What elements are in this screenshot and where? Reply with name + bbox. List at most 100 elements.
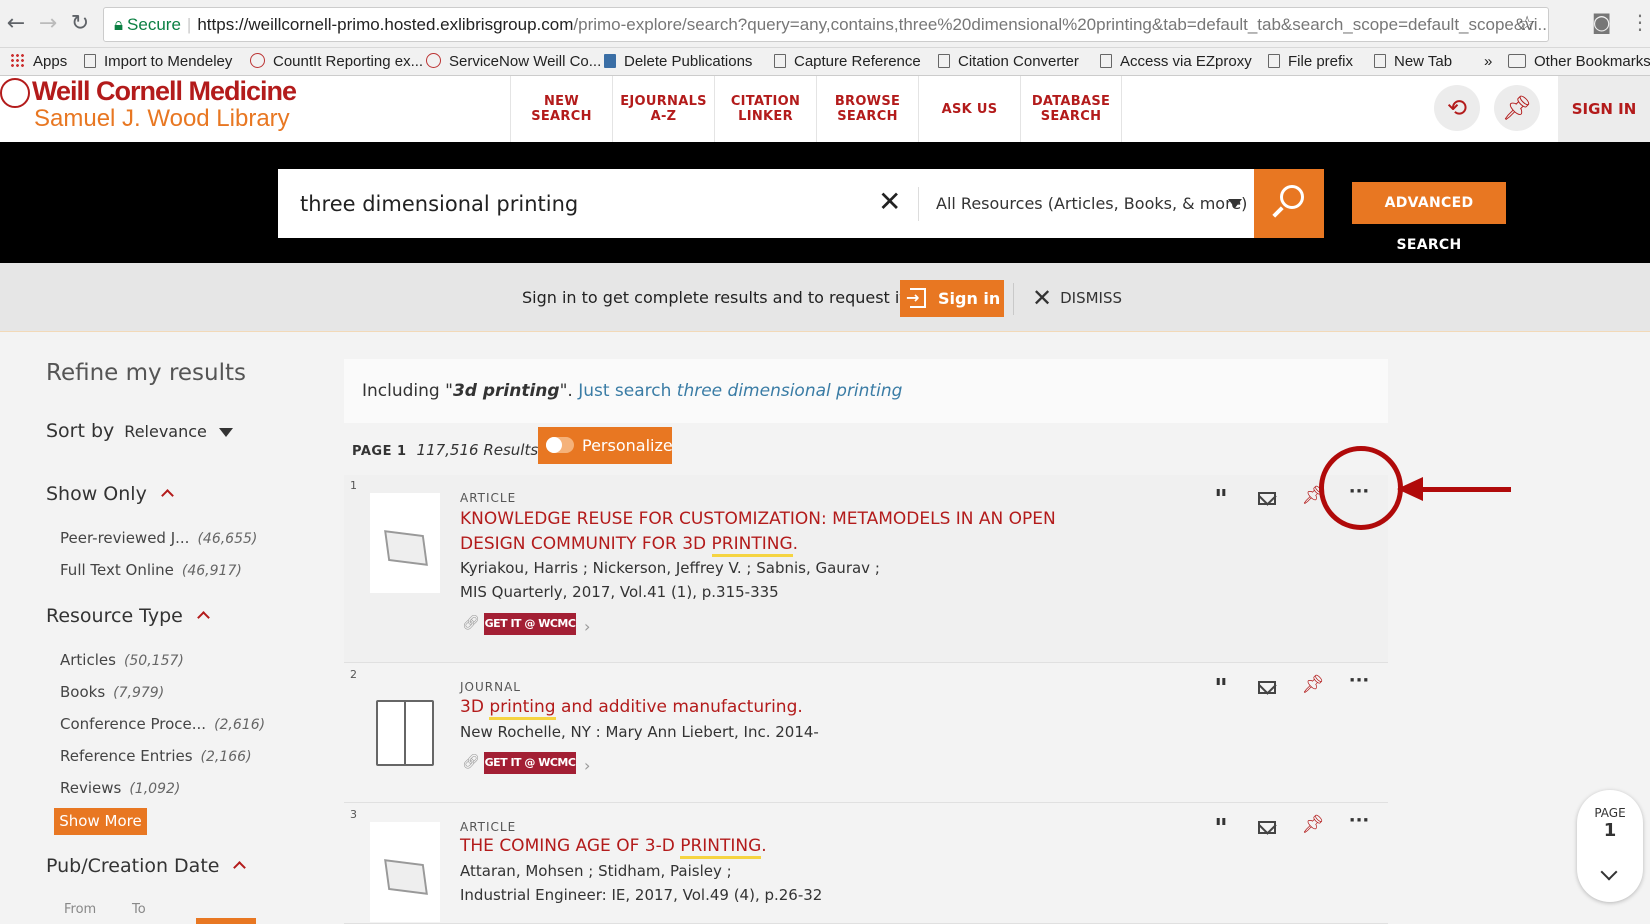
facet-conference[interactable]: Conference Proce... (2,616): [60, 715, 265, 733]
apps-grid-icon: [10, 53, 25, 68]
page-icon: [1268, 54, 1280, 68]
history-icon[interactable]: ⟲: [1434, 85, 1480, 131]
citation-quote-icon[interactable]: ": [1206, 674, 1236, 704]
logo-title[interactable]: Weill Cornell Medicine: [32, 76, 297, 107]
pub-date-header[interactable]: Pub/Creation Date: [46, 855, 247, 877]
chevron-up-icon[interactable]: [196, 611, 210, 624]
facet-articles[interactable]: Articles (50,157): [60, 651, 184, 669]
bookmark-apps[interactable]: Apps: [10, 48, 67, 76]
pin-icon[interactable]: 📌︎: [1298, 674, 1328, 695]
page-results-count: PAGE 1 117,516 Results: [352, 441, 539, 459]
resource-type-header[interactable]: Resource Type: [46, 605, 210, 627]
search-button[interactable]: [1254, 169, 1324, 238]
result-authors: Kyriakou, Harris ; Nickerson, Jeffrey V.…: [460, 559, 880, 577]
facet-reference-entries[interactable]: Reference Entries (2,166): [60, 747, 252, 765]
bookmark-countit[interactable]: CountIt Reporting ex...: [250, 48, 423, 76]
banner-sign-in-button[interactable]: → Sign in: [900, 280, 1004, 317]
page-icon: [1100, 54, 1112, 68]
forward-arrow-icon[interactable]: →: [34, 10, 62, 38]
facet-full-text[interactable]: Full Text Online (46,917): [60, 561, 242, 579]
result-number: 3: [350, 808, 357, 821]
bookmark-star-icon[interactable]: ☆: [1518, 8, 1536, 41]
chevron-right-icon[interactable]: ›: [584, 756, 590, 775]
facet-reviews[interactable]: Reviews (1,092): [60, 779, 180, 797]
result-item[interactable]: 1 ARTICLE KNOWLEDGE REUSE FOR CUSTOMIZAT…: [344, 475, 1388, 663]
clear-search-icon[interactable]: ✕: [878, 187, 901, 217]
page-indicator[interactable]: PAGE 1: [1577, 790, 1643, 902]
show-more-button[interactable]: Show More: [54, 808, 147, 835]
citation-quote-icon[interactable]: ": [1206, 485, 1236, 515]
just-search-link[interactable]: Just search three dimensional printing: [578, 381, 902, 401]
result-title[interactable]: THE COMING AGE OF 3-D PRINTING.: [460, 834, 1080, 859]
sort-by[interactable]: Sort by Relevance: [46, 420, 233, 442]
back-arrow-icon[interactable]: ←: [2, 10, 30, 38]
chevron-up-icon[interactable]: [233, 861, 247, 874]
nav-browse-search[interactable]: BROWSE SEARCH: [816, 76, 918, 142]
nav-citation-linker[interactable]: CITATION LINKER: [714, 76, 816, 142]
caret-down-icon[interactable]: [218, 428, 233, 437]
citation-quote-icon[interactable]: ": [1206, 814, 1236, 844]
result-authors: Attaran, Mohsen ; Stidham, Paisley ;: [460, 862, 732, 880]
address-bar[interactable]: 🔒︎ Secure | https://weillcornell-primo.host…: [103, 7, 1549, 42]
nav-database-search[interactable]: DATABASE SEARCH: [1020, 76, 1122, 142]
page-icon: [774, 54, 786, 68]
bookmarks-overflow[interactable]: »: [1484, 48, 1492, 76]
chevron-up-icon[interactable]: [160, 489, 174, 502]
pin-icon[interactable]: 📌︎: [1494, 85, 1540, 131]
advanced-search-button[interactable]: ADVANCED SEARCH: [1352, 182, 1506, 253]
facet-books[interactable]: Books (7,979): [60, 683, 164, 701]
logo-subtitle[interactable]: Samuel J. Wood Library: [34, 105, 290, 133]
show-only-header[interactable]: Show Only: [46, 483, 174, 505]
result-item[interactable]: 3 ARTICLE THE COMING AGE OF 3-D PRINTING…: [344, 804, 1388, 924]
personalize-toggle[interactable]: Personalize: [538, 427, 673, 464]
bookmark-ezproxy[interactable]: Access via EZproxy: [1100, 48, 1252, 76]
camera-icon[interactable]: ◙: [1592, 10, 1611, 34]
more-actions-icon[interactable]: ···: [1344, 810, 1374, 831]
more-actions-icon[interactable]: ···: [1344, 670, 1374, 691]
result-item[interactable]: 2 JOURNAL 3D printing and additive manuf…: [344, 664, 1388, 803]
bookmark-file-prefix[interactable]: File prefix: [1268, 48, 1353, 76]
email-icon[interactable]: [1258, 492, 1276, 505]
bookmark-servicenow[interactable]: ServiceNow Weill Co...: [426, 48, 601, 76]
caret-down-icon[interactable]: [1228, 199, 1242, 208]
bookmark-delete-publications[interactable]: Delete Publications: [604, 48, 752, 76]
link-icon[interactable]: 🔗︎: [462, 754, 480, 770]
banner-divider: [1013, 283, 1014, 315]
article-thumbnail[interactable]: [370, 493, 440, 593]
get-it-button[interactable]: GET IT @ WCMC: [484, 752, 576, 774]
bookmark-other[interactable]: Other Bookmarks: [1508, 48, 1650, 76]
including-notice: Including "3d printing". Just search thr…: [344, 359, 1388, 423]
chevron-right-icon[interactable]: ›: [584, 617, 590, 636]
reload-icon[interactable]: ↻: [66, 10, 94, 38]
facet-peer-reviewed[interactable]: Peer-reviewed J... (46,655): [60, 529, 257, 547]
nav-new-search[interactable]: NEW SEARCH: [510, 76, 612, 142]
email-icon[interactable]: [1258, 681, 1276, 694]
sign-in-button[interactable]: SIGN IN: [1558, 76, 1650, 142]
bookmark-capture-reference[interactable]: Capture Reference: [774, 48, 921, 76]
result-title[interactable]: KNOWLEDGE REUSE FOR CUSTOMIZATION: METAM…: [460, 507, 1080, 557]
date-refine-button[interactable]: [196, 918, 256, 924]
email-icon[interactable]: [1258, 821, 1276, 834]
nav-ejournals[interactable]: EJOURNALS A-Z: [612, 76, 714, 142]
bookmark-mendeley[interactable]: Import to Mendeley: [84, 48, 232, 76]
search-input[interactable]: [300, 169, 860, 238]
journal-thumbnail[interactable]: [370, 682, 440, 782]
chevron-down-icon[interactable]: [1600, 863, 1618, 881]
bookmark-new-tab[interactable]: New Tab: [1374, 48, 1452, 76]
menu-dots-icon[interactable]: ⋮: [1630, 10, 1650, 34]
dismiss-button[interactable]: ✕ DISMISS: [1032, 263, 1122, 333]
result-title[interactable]: 3D printing and additive manufacturing.: [460, 695, 1080, 720]
lock-icon: 🔒︎: [114, 15, 124, 34]
search-band: ✕ All Resources (Articles, Books, & more…: [0, 142, 1650, 263]
nav-ask-us[interactable]: ASK US: [918, 76, 1020, 142]
pin-icon[interactable]: 📌︎: [1298, 814, 1328, 835]
get-it-button[interactable]: GET IT @ WCMC: [484, 613, 576, 635]
sort-value[interactable]: Relevance: [124, 422, 207, 441]
scope-divider: [918, 187, 919, 221]
bookmark-citation-converter[interactable]: Citation Converter: [938, 48, 1079, 76]
search-scope-select[interactable]: All Resources (Articles, Books, & more): [936, 169, 1247, 238]
article-thumbnail[interactable]: [370, 822, 440, 922]
servicenow-icon: [426, 53, 441, 68]
link-icon[interactable]: 🔗︎: [462, 615, 480, 631]
site-header: Weill Cornell Medicine Samuel J. Wood Li…: [0, 76, 1650, 142]
